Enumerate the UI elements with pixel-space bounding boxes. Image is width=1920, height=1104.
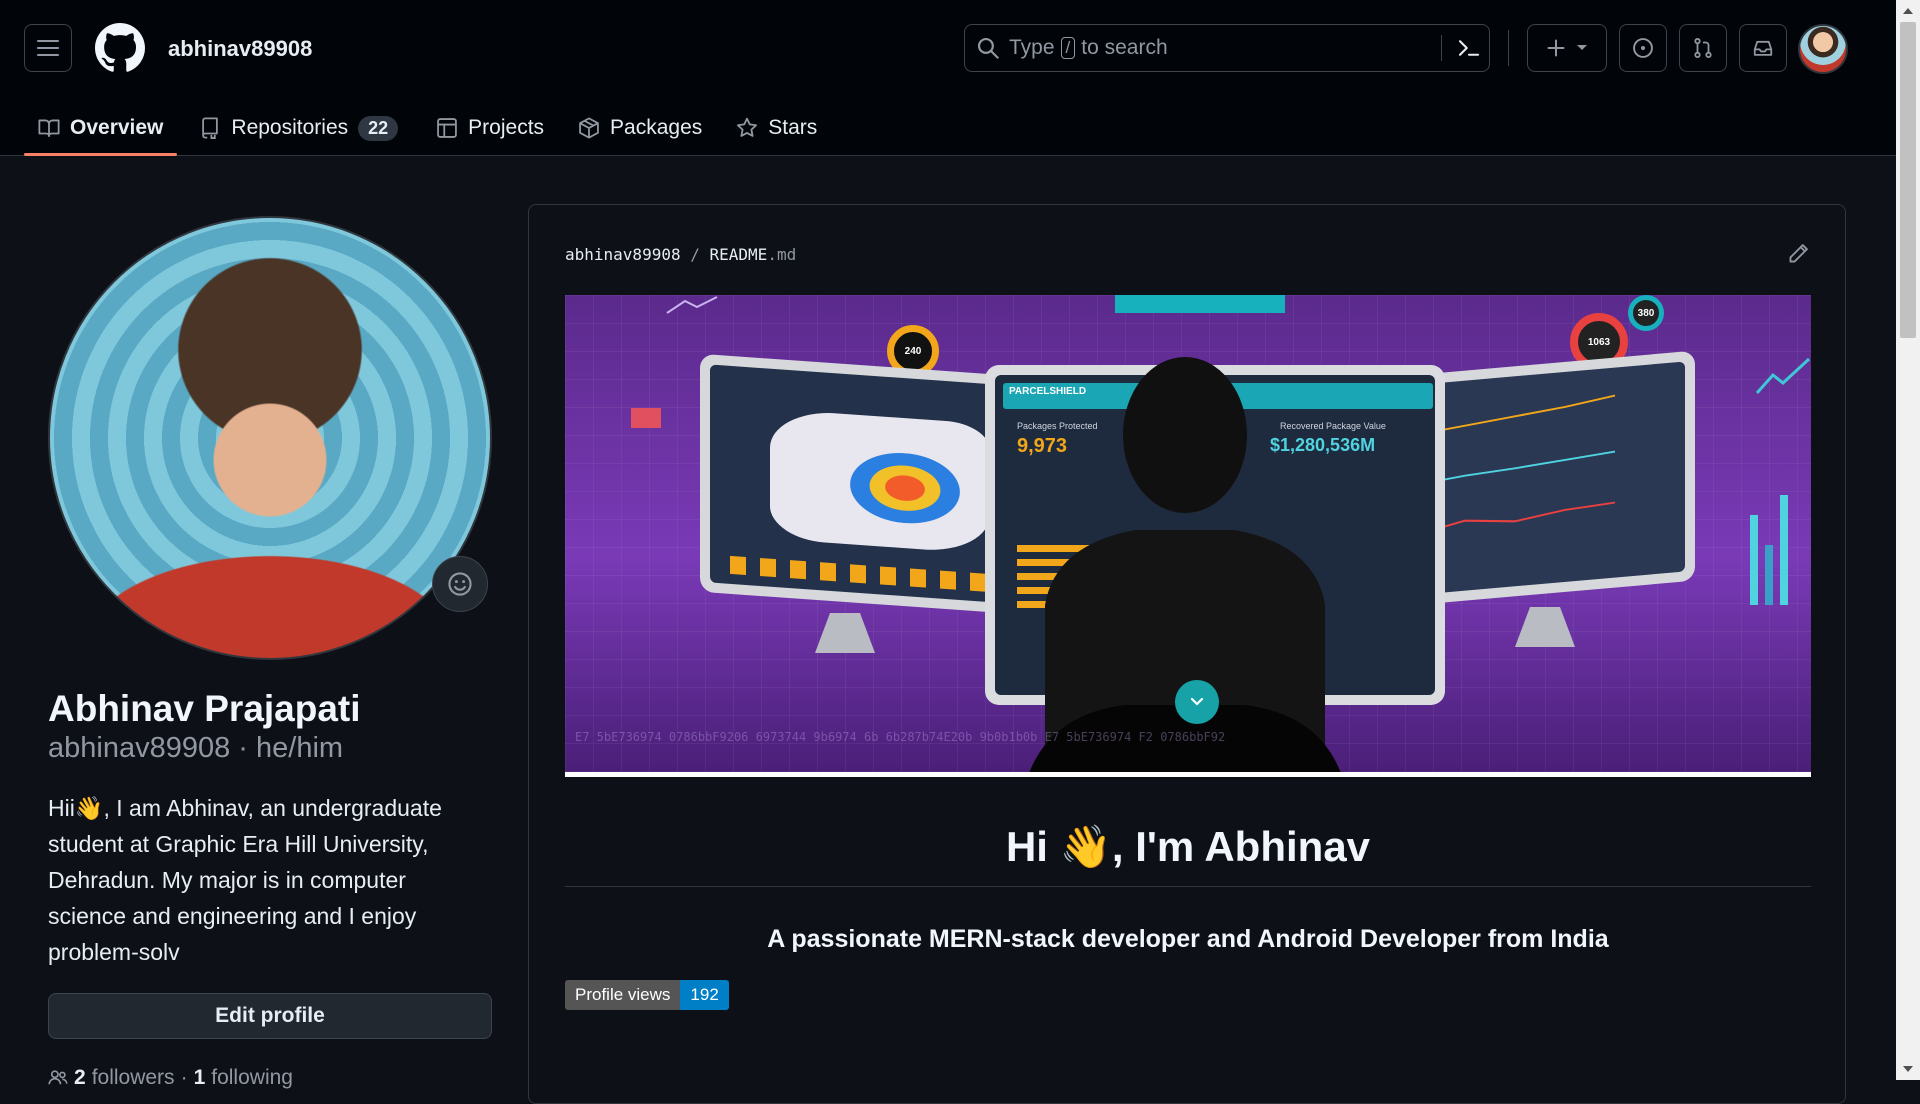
- tab-stars-label: Stars: [768, 116, 818, 139]
- readme-owner-link[interactable]: abhinav89908: [565, 245, 681, 264]
- profile-views-count: 192: [680, 980, 729, 1010]
- search-input[interactable]: Type / to search: [964, 24, 1490, 72]
- readme-heading: Hi 👋, I'm Abhinav: [1005, 823, 1371, 870]
- page-scrollbar[interactable]: [1896, 0, 1920, 1080]
- readme-card: abhinav89908 / README.md 240 1063 380 PA…: [528, 204, 1846, 1104]
- tab-projects-label: Projects: [468, 116, 545, 139]
- search-divider: [1441, 35, 1442, 61]
- search-placeholder-prefix: Type: [1009, 36, 1055, 59]
- profile-handle: abhinav89908 · he/him: [48, 732, 344, 764]
- tab-overview-label: Overview: [70, 116, 164, 139]
- header-divider: [1508, 30, 1509, 66]
- readme-banner-image: 240 1063 380 PARCELSHIELD Packages Prote…: [565, 295, 1811, 777]
- readme-file-link[interactable]: README: [710, 245, 768, 264]
- command-palette-icon[interactable]: [1457, 36, 1481, 60]
- smiley-icon: [447, 571, 473, 597]
- top-header: abhinav89908 Type / to search Overview R…: [0, 0, 1896, 156]
- edit-profile-button[interactable]: Edit profile: [48, 993, 492, 1039]
- chevron-down-icon: [1190, 697, 1204, 707]
- plus-icon: [1546, 38, 1566, 58]
- triangle-down-icon: [1576, 44, 1588, 52]
- scroll-down-button[interactable]: [1175, 680, 1219, 724]
- context-username-link[interactable]: abhinav89908: [168, 36, 312, 62]
- user-avatar-menu[interactable]: [1798, 24, 1848, 74]
- tab-packages-label: Packages: [610, 116, 703, 139]
- edit-readme-button[interactable]: [1787, 243, 1809, 265]
- table-icon: [436, 117, 458, 139]
- git-pull-request-icon: [1692, 37, 1714, 59]
- menu-button[interactable]: [24, 24, 72, 72]
- scroll-up-arrow-icon[interactable]: [1903, 8, 1913, 14]
- pencil-icon: [1787, 243, 1809, 265]
- profile-views-badge[interactable]: Profile views 192: [565, 980, 729, 1010]
- profile-avatar[interactable]: [48, 216, 492, 660]
- search-shortcut-key: /: [1060, 37, 1076, 59]
- repo-icon: [199, 117, 221, 139]
- search-icon: [977, 37, 999, 59]
- followers-count[interactable]: 2: [74, 1066, 86, 1090]
- hamburger-icon: [37, 39, 59, 57]
- tab-repositories[interactable]: Repositories 22: [185, 100, 412, 156]
- create-new-button[interactable]: [1527, 24, 1607, 72]
- set-status-button[interactable]: [432, 556, 488, 612]
- following-label[interactable]: following: [211, 1066, 293, 1090]
- tab-projects[interactable]: Projects: [422, 100, 558, 156]
- following-count[interactable]: 1: [194, 1066, 206, 1090]
- tab-stars[interactable]: Stars: [722, 100, 831, 156]
- left-monitor: [700, 353, 1020, 615]
- issues-button[interactable]: [1619, 24, 1667, 72]
- heading-divider: [565, 886, 1811, 887]
- profile-views-label: Profile views: [565, 980, 681, 1010]
- follow-stats: 2 followers · 1 following: [48, 1066, 293, 1090]
- search-placeholder-suffix: to search: [1081, 36, 1168, 59]
- package-icon: [578, 117, 600, 139]
- pull-requests-button[interactable]: [1679, 24, 1727, 72]
- profile-full-name: Abhinav Prajapati: [48, 688, 361, 729]
- donut-380: 380: [1628, 295, 1664, 331]
- scroll-down-arrow-icon[interactable]: [1903, 1066, 1913, 1072]
- tab-overview[interactable]: Overview: [24, 100, 178, 156]
- scrollbar-thumb[interactable]: [1900, 22, 1916, 338]
- profile-tabs: Overview Repositories 22 Projects Packag…: [24, 100, 831, 156]
- inbox-icon: [1752, 37, 1774, 59]
- book-icon: [38, 117, 60, 139]
- issue-opened-icon: [1632, 37, 1654, 59]
- star-icon: [736, 117, 758, 139]
- tab-repositories-label: Repositories: [231, 116, 349, 139]
- tab-packages[interactable]: Packages: [564, 100, 716, 156]
- github-logo-icon[interactable]: [95, 23, 145, 73]
- profile-bio: Hii👋, I am Abhinav, an undergraduate stu…: [48, 795, 442, 965]
- followers-label[interactable]: followers: [92, 1066, 175, 1090]
- banner-hex-text: E7 5bE736974 0786bbF9206 6973744 9b6974 …: [575, 730, 1226, 744]
- readme-subheading: A passionate MERN-stack developer and An…: [767, 925, 1609, 953]
- inbox-button[interactable]: [1739, 24, 1787, 72]
- readme-breadcrumb: abhinav89908 / README.md: [565, 245, 797, 264]
- repositories-count-badge: 22: [358, 115, 399, 141]
- people-icon: [48, 1068, 68, 1088]
